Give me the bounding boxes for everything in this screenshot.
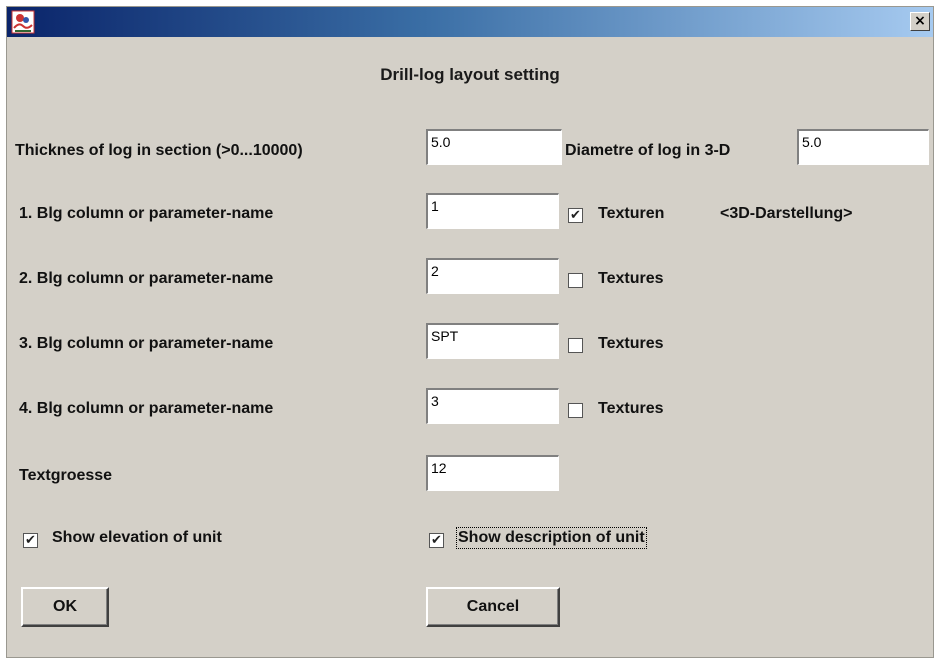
show-description-label: Show description of unit	[456, 527, 647, 549]
text-size-input[interactable]: 12	[426, 455, 559, 491]
column-2-texture-checkbox[interactable]	[568, 273, 583, 288]
title-bar[interactable]: ×	[7, 7, 933, 37]
column-1-texture-label: Texturen	[598, 205, 665, 222]
thickness-label: Thicknes of log in section (>0...10000)	[15, 142, 303, 159]
column-3-texture-checkbox[interactable]	[568, 338, 583, 353]
diameter-label: Diametre of log in 3-D	[565, 142, 731, 159]
close-button[interactable]: ×	[910, 12, 930, 31]
3d-display-note: <3D-Darstellung>	[720, 205, 853, 222]
diameter-input[interactable]: 5.0	[797, 129, 929, 165]
column-2-texture-label: Textures	[598, 270, 664, 287]
column-2-input[interactable]: 2	[426, 258, 559, 294]
show-elevation-checkbox[interactable]: ✔	[23, 533, 38, 548]
app-logo-icon	[11, 10, 35, 34]
show-elevation-label: Show elevation of unit	[52, 529, 222, 546]
column-2-label: 2. Blg column or parameter-name	[19, 270, 274, 287]
column-4-texture-label: Textures	[598, 400, 664, 417]
column-4-input[interactable]: 3	[426, 388, 559, 424]
column-3-input[interactable]: SPT	[426, 323, 559, 359]
show-description-checkbox[interactable]: ✔	[429, 533, 444, 548]
dialog-title: Drill-log layout setting	[380, 65, 560, 84]
column-1-input[interactable]: 1	[426, 193, 559, 229]
column-3-texture-label: Textures	[598, 335, 664, 352]
column-4-texture-checkbox[interactable]	[568, 403, 583, 418]
ok-button[interactable]: OK	[21, 587, 109, 627]
column-1-label: 1. Blg column or parameter-name	[19, 205, 274, 222]
dialog-window: × Drill-log layout setting Thicknes of l…	[6, 6, 934, 658]
close-icon: ×	[914, 13, 926, 29]
text-size-label: Textgroesse	[19, 467, 113, 484]
cancel-button[interactable]: Cancel	[426, 587, 560, 627]
column-4-label: 4. Blg column or parameter-name	[19, 400, 274, 417]
thickness-input[interactable]: 5.0	[426, 129, 562, 165]
column-1-texture-checkbox[interactable]: ✔	[568, 208, 583, 223]
column-3-label: 3. Blg column or parameter-name	[19, 335, 274, 352]
